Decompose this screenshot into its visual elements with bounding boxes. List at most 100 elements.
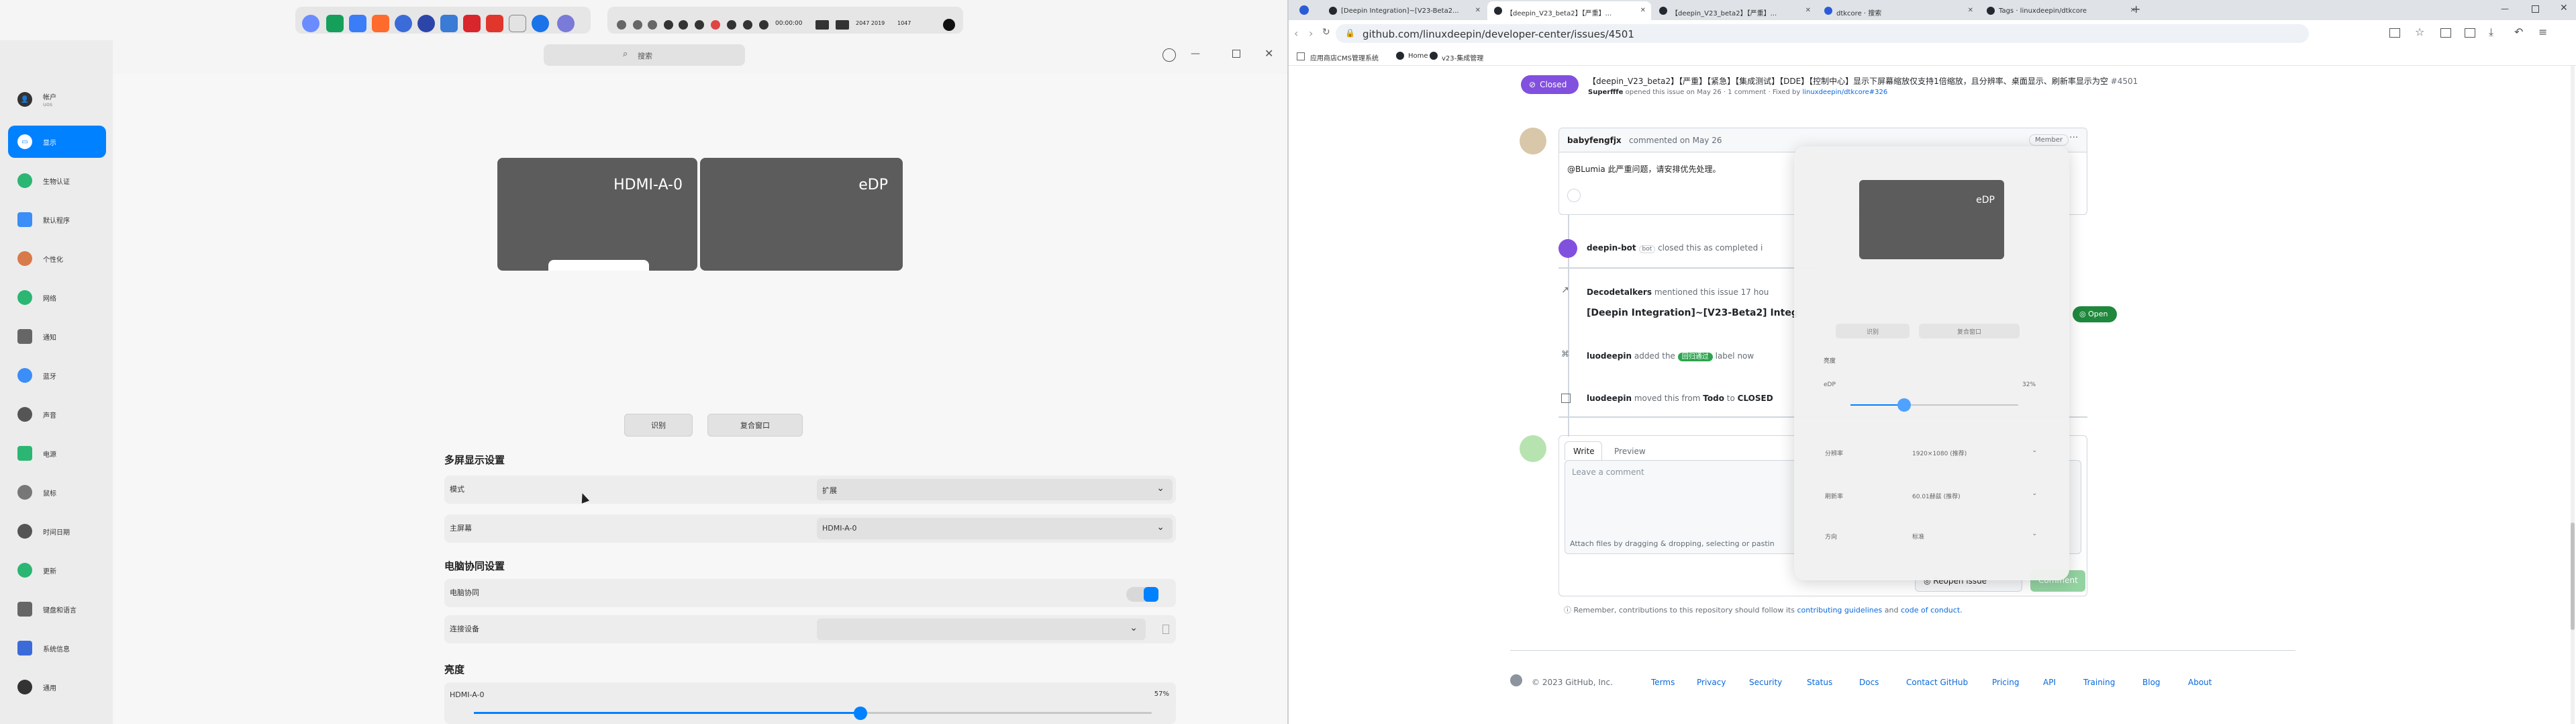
calendar-icon[interactable]: [440, 15, 458, 32]
sidebar-item-general[interactable]: 通用: [8, 671, 106, 703]
monitor-edp-preview[interactable]: eDP: [1859, 180, 2004, 259]
sidebar-item-bluetooth[interactable]: 蓝牙: [8, 359, 106, 392]
sidebar-item-default-apps[interactable]: 默认程序: [8, 203, 106, 236]
url-input[interactable]: 🔒 github.com/linuxdeepin/developer-cente…: [1336, 24, 2309, 43]
sidebar-item-display[interactable]: ▭ 显示: [8, 126, 106, 158]
event-user[interactable]: deepin-bot: [1587, 243, 1636, 253]
device-select[interactable]: ⌄: [817, 619, 1146, 640]
monitor-hdmi[interactable]: HDMI-A-0: [497, 158, 697, 271]
terminal-icon[interactable]: [326, 15, 344, 32]
search-icon[interactable]: [727, 20, 736, 30]
sidebar-icon[interactable]: [2465, 28, 2475, 38]
extensions-icon[interactable]: [2440, 28, 2451, 38]
sidebar-item-personalization[interactable]: 个性化: [8, 242, 106, 275]
page-scrollbar[interactable]: [2571, 66, 2575, 724]
dock-indicator[interactable]: 1047: [897, 20, 911, 26]
close-icon[interactable]: ✕: [1805, 7, 1811, 14]
emoji-reaction-icon[interactable]: [1567, 189, 1581, 202]
sidebar-item-biometric[interactable]: 生物认证: [8, 165, 106, 197]
chevron-down-icon[interactable]: [617, 20, 626, 30]
label-badge[interactable]: 回归通过: [1677, 353, 1713, 361]
footer-link[interactable]: Status: [1807, 678, 1832, 687]
monitor-edp[interactable]: eDP: [700, 158, 903, 271]
bookmark-home[interactable]: Home: [1408, 52, 1428, 60]
event-user[interactable]: Decodetalkers: [1587, 287, 1652, 297]
resolution-select[interactable]: 1920×1080 (推荐) ⌄: [1908, 442, 2042, 462]
issue-author[interactable]: Superfffe: [1588, 89, 1623, 96]
translate-icon[interactable]: [2389, 28, 2400, 38]
volume-icon[interactable]: [695, 20, 704, 30]
footer-link[interactable]: Training: [2083, 678, 2115, 687]
mode-select[interactable]: 扩展 ⌄: [817, 479, 1173, 500]
guidelines-link[interactable]: contributing guidelines: [1797, 606, 1882, 615]
referenced-issue-link[interactable]: [Deepin Integration]~[V23-Beta2] Integ: [1587, 308, 1798, 318]
identify-button[interactable]: 识别: [1836, 324, 1910, 338]
chrome-icon[interactable]: [532, 15, 549, 32]
brightness-slider[interactable]: [474, 707, 1152, 720]
scrollbar-thumb[interactable]: [2571, 523, 2575, 630]
new-tab-icon[interactable]: +: [2132, 3, 2140, 15]
footer-link[interactable]: API: [2043, 678, 2056, 687]
reload-icon[interactable]: ↻: [1322, 27, 1330, 38]
wifi-icon[interactable]: [759, 20, 769, 30]
download-icon[interactable]: ⤓: [2489, 26, 2493, 39]
brightness-slider-handle[interactable]: [1897, 398, 1911, 412]
sidebar-item-account[interactable]: 👤 帐户 uos: [8, 81, 106, 118]
tab-preview[interactable]: Preview: [1614, 447, 1646, 456]
back-icon[interactable]: ‹: [1294, 27, 1298, 40]
close-icon[interactable]: ✕: [1968, 7, 1973, 14]
sync-icon[interactable]: [633, 20, 642, 30]
maximize-icon[interactable]: [1232, 50, 1240, 58]
event-user[interactable]: luodeepin: [1587, 351, 1632, 361]
maximize-icon[interactable]: [2532, 5, 2539, 13]
footer-link[interactable]: About: [2188, 678, 2212, 687]
tab-dtkcore-search[interactable]: dtkcore · 搜索 ✕: [1818, 1, 1979, 20]
dock-date[interactable]: 2047 2019: [856, 20, 885, 26]
refresh-select[interactable]: 60.01赫兹 (推荐) ⌄: [1908, 485, 2042, 505]
sidebar-item-datetime[interactable]: 时间日期: [8, 515, 106, 547]
wps-writer-icon[interactable]: [486, 15, 503, 32]
search-input[interactable]: ⌕ 搜索: [544, 44, 745, 66]
network-icon[interactable]: [743, 20, 752, 30]
sidebar-item-mouse[interactable]: 鼠标: [8, 476, 106, 508]
settings-icon[interactable]: [417, 15, 435, 32]
footer-link[interactable]: Privacy: [1697, 678, 1726, 687]
footer-link[interactable]: Contact GitHub: [1906, 678, 1968, 687]
footer-link[interactable]: Pricing: [1992, 678, 2019, 687]
primary-select[interactable]: HDMI-A-0 ⌄: [817, 518, 1173, 539]
dock-clock[interactable]: 00:00:00: [775, 20, 802, 27]
power-icon[interactable]: [943, 19, 955, 31]
close-icon[interactable]: ✕: [1640, 7, 1646, 14]
brightness-slider[interactable]: [1850, 398, 2018, 412]
sidebar-item-keyboard[interactable]: 键盘和语言: [8, 593, 106, 625]
input-icon[interactable]: [836, 20, 849, 30]
display-icon[interactable]: [679, 20, 688, 30]
chat-icon[interactable]: [509, 15, 526, 32]
coc-link[interactable]: code of conduct.: [1901, 606, 1963, 615]
footer-link[interactable]: Terms: [1651, 678, 1675, 687]
footer-link[interactable]: Security: [1749, 678, 1782, 687]
comment-date[interactable]: commented on May 26: [1629, 136, 1722, 145]
minimize-icon[interactable]: —: [1191, 48, 1200, 59]
browser-icon[interactable]: [395, 15, 412, 32]
file-manager-icon[interactable]: [349, 15, 366, 32]
fixed-by-link[interactable]: linuxdeepin/dtkcore#326: [1802, 89, 1887, 96]
tab-issue-active[interactable]: 【deepin_V23_beta2】【严重】... ✕: [1487, 1, 1651, 20]
sidebar-item-notification[interactable]: 通知: [8, 320, 106, 353]
close-icon[interactable]: ✕: [1475, 7, 1481, 14]
launcher-icon[interactable]: [302, 15, 319, 32]
star-icon[interactable]: ☆: [2415, 26, 2424, 38]
device-info-icon[interactable]: [1162, 625, 1169, 634]
close-icon[interactable]: ✕: [1265, 47, 1273, 60]
github-logo-icon[interactable]: [1510, 674, 1522, 686]
menu-icon[interactable]: [1162, 48, 1176, 62]
sidebar-item-power[interactable]: 电源: [8, 437, 106, 469]
brightness-slider-handle[interactable]: [853, 707, 867, 720]
bookmark-cms[interactable]: 应用商店CMS管理系统: [1310, 52, 1379, 62]
collab-toggle[interactable]: [1126, 587, 1158, 602]
orientation-select[interactable]: 标准 ⌄: [1908, 525, 2042, 545]
bookmark-v23[interactable]: v23-集成管理: [1442, 52, 1483, 62]
control-center-icon[interactable]: [557, 15, 575, 32]
tab-issue-2[interactable]: 【deepin_V23_beta2】【严重】... ✕: [1652, 1, 1816, 20]
footer-link[interactable]: Docs: [1859, 678, 1879, 687]
